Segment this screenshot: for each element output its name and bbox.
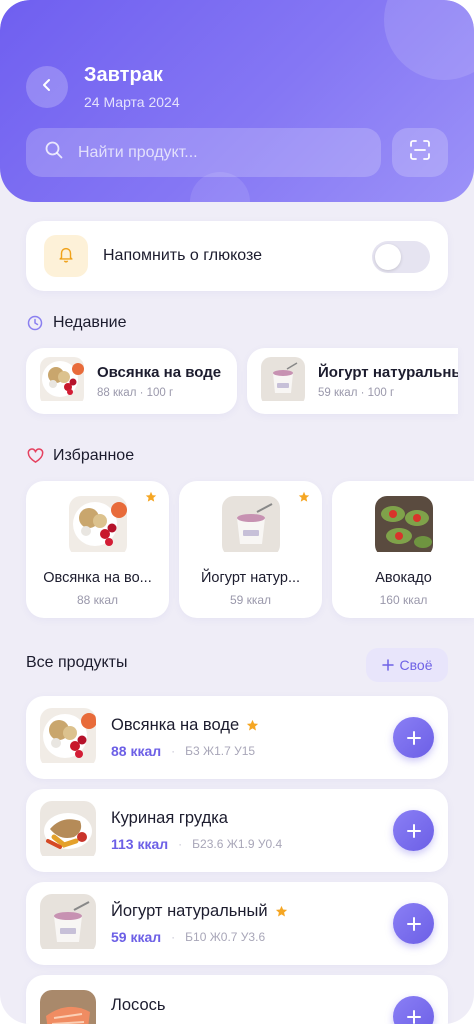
meal-screen: Завтрак 24 Марта 2024 Найти продукт... Н… — [0, 0, 474, 1024]
avocado-image — [374, 496, 433, 557]
yogurt-image — [261, 356, 305, 406]
recent-item-name: Овсянка на воде — [97, 363, 222, 381]
favorite-item-name: Авокадо — [375, 570, 432, 586]
favorite-item-name: Овсянка на во... — [43, 570, 152, 586]
favorite-item-name: Йогурт натур... — [200, 570, 301, 586]
star-icon — [275, 905, 288, 918]
favorite-item-kcal: 59 ккал — [229, 593, 272, 607]
product-macros: Б3 Ж1.7 У15 — [185, 744, 256, 758]
product-kcal: 59 ккал — [111, 929, 162, 945]
oatmeal-image — [68, 496, 127, 557]
add-product-button[interactable] — [393, 996, 434, 1024]
product-kcal: 113 ккал — [111, 836, 169, 852]
bell-icon-box — [44, 235, 88, 277]
recent-section-title: Недавние — [26, 314, 127, 332]
glucose-reminder-toggle[interactable] — [372, 241, 430, 273]
star-icon — [145, 490, 157, 508]
add-own-product-button[interactable]: Своё — [366, 648, 448, 682]
chicken-breast-image — [40, 800, 96, 861]
glucose-reminder-card: Напомнить о глюкозе — [26, 221, 448, 291]
own-button-label: Своё — [399, 657, 433, 673]
chevron-left-icon — [39, 77, 55, 98]
clock-icon — [26, 314, 44, 332]
heart-icon — [26, 447, 44, 465]
oatmeal-image — [40, 356, 84, 406]
recent-item-info: 88 ккал · 100 г — [97, 386, 174, 399]
recent-item-name: Йогурт натуральный — [318, 363, 458, 381]
add-product-button[interactable] — [393, 717, 434, 758]
scan-button[interactable] — [392, 128, 448, 177]
bell-icon — [57, 245, 75, 268]
search-placeholder: Найти продукт... — [78, 143, 198, 161]
product-kcal: 88 ккал — [111, 743, 162, 759]
oatmeal-image — [40, 707, 96, 768]
yogurt-image — [40, 893, 96, 954]
star-icon — [246, 719, 259, 732]
product-row[interactable]: Куриная грудка 113 ккал · Б23.6 Ж1.9 У0.… — [26, 789, 448, 872]
favorite-item-kcal: 160 ккал — [379, 593, 428, 607]
product-macros: Б10 Ж0.7 У3.6 — [185, 930, 266, 944]
product-row[interactable]: Лосось — [26, 975, 448, 1024]
product-row[interactable]: Овсянка на воде 88 ккал · Б3 Ж1.7 У15 — [26, 696, 448, 779]
star-icon — [298, 490, 310, 508]
recent-item[interactable]: Йогурт натуральный 59 ккал · 100 г — [247, 348, 458, 414]
plus-icon — [406, 916, 422, 932]
page-date: 24 Марта 2024 — [84, 94, 180, 110]
favorites-section-title: Избранное — [26, 447, 134, 465]
favorite-item[interactable]: Авокадо 160 ккал — [332, 481, 474, 618]
all-products-title: Все продукты — [26, 654, 128, 671]
yogurt-image — [221, 496, 280, 557]
scan-icon — [408, 138, 432, 167]
recent-item-info: 59 ккал · 100 г — [318, 386, 395, 399]
plus-icon — [381, 659, 394, 671]
favorite-item-kcal: 88 ккал — [76, 593, 119, 607]
search-input[interactable]: Найти продукт... — [26, 128, 381, 177]
back-button[interactable] — [26, 66, 68, 108]
add-product-button[interactable] — [393, 810, 434, 851]
salmon-image — [40, 990, 96, 1024]
product-name: Йогурт натуральный — [111, 902, 268, 920]
plus-icon — [406, 823, 422, 839]
favorite-item[interactable]: Овсянка на во... 88 ккал — [26, 481, 169, 618]
product-macros: Б23.6 Ж1.9 У0.4 — [192, 837, 283, 851]
recent-title: Недавние — [53, 314, 127, 331]
recent-item[interactable]: Овсянка на воде 88 ккал · 100 г — [26, 348, 237, 414]
product-name: Овсянка на воде — [111, 716, 240, 734]
add-product-button[interactable] — [393, 903, 434, 944]
favorites-title: Избранное — [53, 447, 135, 464]
product-row[interactable]: Йогурт натуральный 59 ккал · Б10 Ж0.7 У3… — [26, 882, 448, 965]
plus-icon — [406, 730, 422, 746]
product-name: Куриная грудка — [111, 809, 228, 827]
toggle-knob — [375, 244, 401, 270]
product-name: Лосось — [111, 996, 166, 1014]
decor-circle — [384, 0, 474, 80]
page-title: Завтрак — [84, 64, 163, 86]
plus-icon — [406, 1009, 422, 1024]
reminder-label: Напомнить о глюкозе — [103, 247, 263, 264]
header: Завтрак 24 Марта 2024 Найти продукт... — [0, 0, 474, 202]
favorite-item[interactable]: Йогурт натур... 59 ккал — [179, 481, 322, 618]
search-icon — [44, 140, 64, 165]
